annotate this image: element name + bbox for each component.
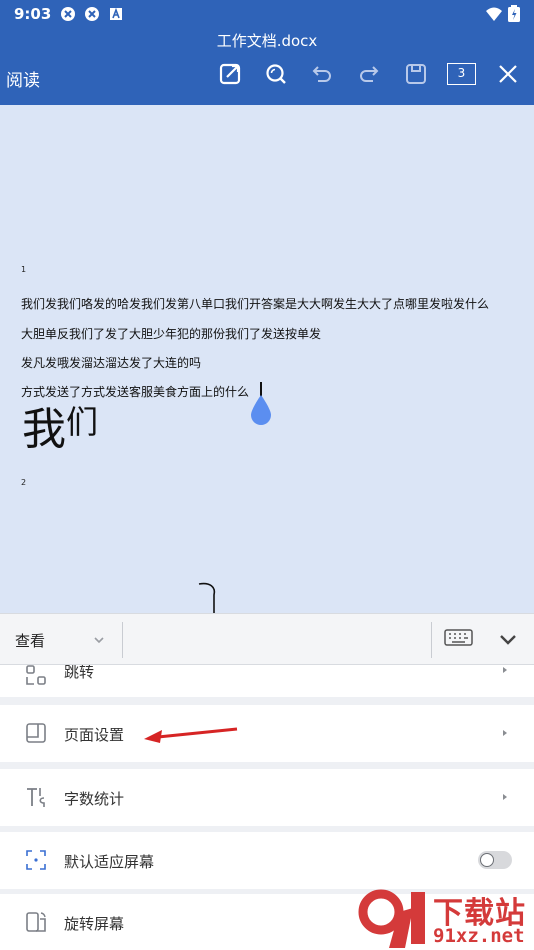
text-line: 大胆单反我们了发了大胆少年犯的那份我们了发送按单发 bbox=[21, 327, 322, 341]
app-notification-icon bbox=[85, 7, 99, 21]
chevron-right-icon bbox=[503, 730, 507, 736]
battery-icon bbox=[508, 5, 520, 22]
search-icon[interactable] bbox=[264, 62, 288, 86]
app-notification-icon bbox=[61, 7, 75, 21]
chevron-right-icon bbox=[503, 794, 507, 800]
page-setup-icon bbox=[26, 723, 46, 743]
page-count-badge[interactable]: 3 bbox=[447, 63, 476, 85]
document-canvas[interactable]: 1 我们发我们咯发的哈发我们发第八单口我们开答案是大大啊发生大大了点哪里发啦发什… bbox=[0, 105, 534, 613]
menu-item-fit-screen[interactable]: 默认适应屏幕 bbox=[0, 832, 534, 889]
large-text-sup: 们 bbox=[66, 403, 99, 441]
watermark-site: 91xz.net bbox=[433, 925, 525, 947]
text-line: 发凡发哦发溜达溜达发了大连的吗 bbox=[21, 356, 202, 370]
divider bbox=[431, 622, 432, 658]
text-line: 我们发我们咯发的哈发我们发第八单口我们开答案是大大啊发生大大了点哪里发啦发什么 bbox=[21, 297, 490, 311]
read-mode-label[interactable]: 阅读 bbox=[6, 66, 40, 91]
status-right bbox=[485, 5, 520, 26]
page-number: 2 bbox=[21, 478, 27, 487]
menu-item-label: 旋转屏幕 bbox=[64, 915, 125, 933]
view-menu-select[interactable]: 查看 bbox=[15, 630, 45, 651]
menu-item-word-count[interactable]: 字数统计 bbox=[0, 769, 534, 826]
menu-item-label: 字数统计 bbox=[64, 790, 125, 808]
large-text-main: 我 bbox=[22, 404, 66, 455]
toggle-knob bbox=[480, 853, 494, 867]
large-text: 我们 bbox=[22, 406, 98, 452]
watermark: 下载站 91xz.net bbox=[355, 888, 534, 950]
text-line: 方式发送了方式发送客服美食方面上的什么 bbox=[21, 385, 250, 399]
watermark-logo-icon bbox=[358, 889, 425, 948]
undo-icon[interactable] bbox=[310, 62, 334, 86]
keyboard-icon[interactable] bbox=[444, 629, 473, 649]
save-icon[interactable] bbox=[404, 62, 428, 86]
edit-icon[interactable] bbox=[218, 62, 242, 86]
page-number: 1 bbox=[21, 265, 27, 274]
fit-screen-icon bbox=[26, 850, 46, 870]
document-title: 工作文档.docx bbox=[216, 32, 318, 50]
collapse-chevron-icon[interactable] bbox=[498, 632, 518, 648]
jump-icon bbox=[26, 665, 46, 685]
status-bar: 9:03 bbox=[0, 0, 534, 28]
menu-item-label: 页面设置 bbox=[64, 726, 125, 744]
cursor-handle-icon[interactable] bbox=[250, 394, 272, 426]
bottom-toolbar: 查看 bbox=[0, 613, 534, 665]
annotation-arrow-icon bbox=[144, 727, 238, 743]
chevron-right-icon bbox=[503, 667, 507, 673]
menu-item-label: 默认适应屏幕 bbox=[64, 853, 155, 871]
word-count-icon bbox=[27, 788, 45, 807]
top-bar: 9:03 工作文档.docx 阅读 3 bbox=[0, 0, 534, 105]
close-icon[interactable] bbox=[497, 63, 519, 85]
divider bbox=[122, 622, 123, 658]
menu-item-jump[interactable]: 跳转 bbox=[0, 665, 534, 697]
menu-item-page-setup[interactable]: 页面设置 bbox=[0, 705, 534, 762]
wifi-icon bbox=[485, 7, 502, 21]
status-time: 9:03 bbox=[14, 5, 52, 23]
redo-icon[interactable] bbox=[357, 62, 381, 86]
rotate-screen-icon bbox=[26, 912, 46, 932]
scroll-indicator-icon bbox=[198, 582, 216, 613]
menu-item-label: 跳转 bbox=[64, 665, 95, 681]
fit-screen-toggle[interactable] bbox=[478, 851, 512, 869]
notification-a-icon bbox=[110, 7, 122, 20]
chevron-down-icon[interactable] bbox=[93, 634, 105, 646]
